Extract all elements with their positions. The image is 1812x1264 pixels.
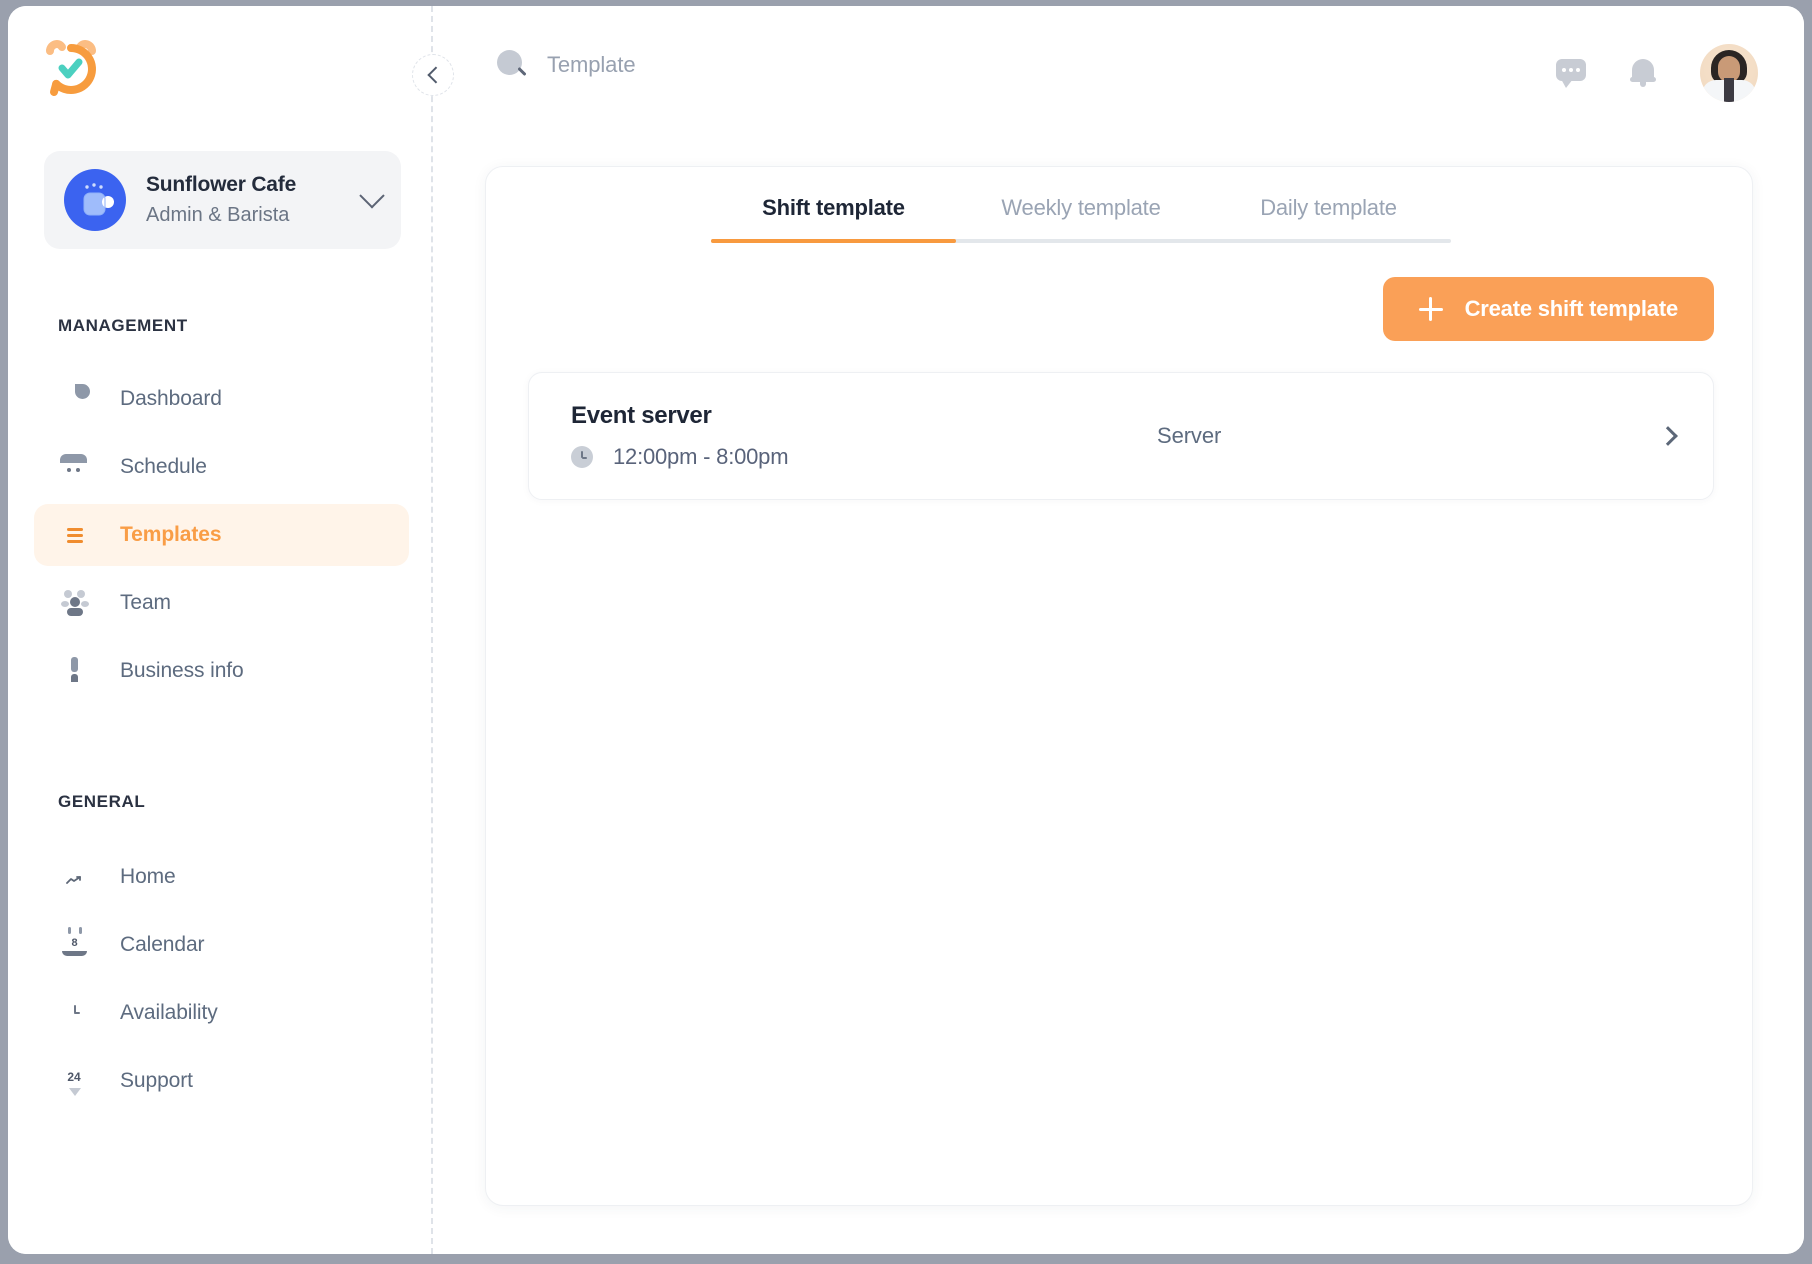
calendar-8-icon: 8 — [60, 930, 90, 960]
pie-chart-icon — [60, 384, 90, 414]
main-area: Template Shift template Weekly template … — [433, 6, 1804, 1254]
tab-active-indicator — [711, 239, 956, 243]
support-24-icon: 24 — [60, 1066, 90, 1096]
chevron-down-icon[interactable] — [359, 183, 384, 208]
template-list: Event server 12:00pm - 8:00pm Server — [528, 372, 1714, 500]
briefcase-icon — [60, 656, 90, 686]
create-shift-template-button[interactable]: Create shift template — [1383, 277, 1714, 341]
clock-icon — [571, 446, 593, 468]
bell-icon[interactable] — [1630, 58, 1656, 88]
template-tabs: Shift template Weekly template Daily tem… — [711, 195, 1451, 243]
list-lines-icon — [60, 520, 90, 550]
search-icon — [497, 50, 527, 80]
sidebar-item-dashboard[interactable]: Dashboard — [34, 368, 409, 430]
sidebar-item-label: Schedule — [120, 455, 207, 479]
sidebar-item-label: Availability — [120, 1001, 218, 1025]
nav-section-management: MANAGEMENT — [58, 316, 188, 336]
create-shift-template-label: Create shift template — [1465, 296, 1678, 322]
sidebar-item-home[interactable]: Home — [34, 846, 409, 908]
sidebar-item-label: Calendar — [120, 933, 204, 957]
brand-logo-icon[interactable] — [40, 38, 102, 100]
plus-icon — [1419, 297, 1443, 321]
list-item[interactable]: Event server 12:00pm - 8:00pm Server — [528, 372, 1714, 500]
sidebar-item-label: Templates — [120, 523, 221, 547]
coffee-cup-icon — [64, 169, 126, 231]
avatar[interactable] — [1700, 44, 1758, 102]
calendar-icon — [60, 452, 90, 482]
sidebar-item-schedule[interactable]: Schedule — [34, 436, 409, 498]
template-time: 12:00pm - 8:00pm — [613, 444, 788, 470]
tab-row: Shift template Weekly template Daily tem… — [711, 195, 1451, 239]
message-dots-icon[interactable] — [1556, 59, 1586, 87]
sidebar-item-label: Business info — [120, 659, 244, 683]
sidebar-item-label: Team — [120, 591, 171, 615]
people-icon — [60, 588, 90, 618]
template-role: Server — [1157, 423, 1221, 449]
header-actions — [1556, 44, 1758, 102]
template-title: Event server — [571, 402, 1091, 430]
sidebar-item-business-info[interactable]: Business info — [34, 640, 409, 702]
sidebar-item-calendar[interactable]: 8 Calendar — [34, 914, 409, 976]
sidebar: Sunflower Cafe Admin & Barista MANAGEMEN… — [8, 6, 433, 1254]
org-switcher[interactable]: Sunflower Cafe Admin & Barista — [44, 151, 401, 249]
sidebar-item-label: Dashboard — [120, 387, 222, 411]
tab-shift-template[interactable]: Shift template — [711, 195, 956, 239]
tab-weekly-template[interactable]: Weekly template — [956, 195, 1206, 239]
home-trend-icon — [60, 862, 90, 892]
sidebar-item-team[interactable]: Team — [34, 572, 409, 634]
chevron-left-icon — [427, 67, 444, 84]
template-time-row: 12:00pm - 8:00pm — [571, 444, 1091, 470]
sidebar-item-label: Home — [120, 865, 176, 889]
sidebar-item-support[interactable]: 24 Support — [34, 1050, 409, 1112]
org-name: Sunflower Cafe — [146, 171, 363, 198]
sidebar-item-templates[interactable]: Templates — [34, 504, 409, 566]
clock-icon — [60, 998, 90, 1028]
sidebar-collapse-button[interactable] — [412, 54, 454, 96]
sidebar-item-label: Support — [120, 1069, 193, 1093]
tab-daily-template[interactable]: Daily template — [1206, 195, 1451, 239]
search-placeholder: Template — [547, 52, 635, 78]
sidebar-item-availability[interactable]: Availability — [34, 982, 409, 1044]
template-info: Event server 12:00pm - 8:00pm — [571, 402, 1091, 470]
tab-track — [711, 239, 1451, 243]
nav-section-general: GENERAL — [58, 792, 145, 812]
app-window: Sunflower Cafe Admin & Barista MANAGEMEN… — [8, 6, 1804, 1254]
search-input[interactable]: Template — [497, 50, 635, 80]
org-text: Sunflower Cafe Admin & Barista — [146, 171, 363, 228]
templates-panel: Shift template Weekly template Daily tem… — [485, 166, 1753, 1206]
org-role: Admin & Barista — [146, 201, 363, 229]
chevron-right-icon[interactable] — [1658, 426, 1678, 446]
